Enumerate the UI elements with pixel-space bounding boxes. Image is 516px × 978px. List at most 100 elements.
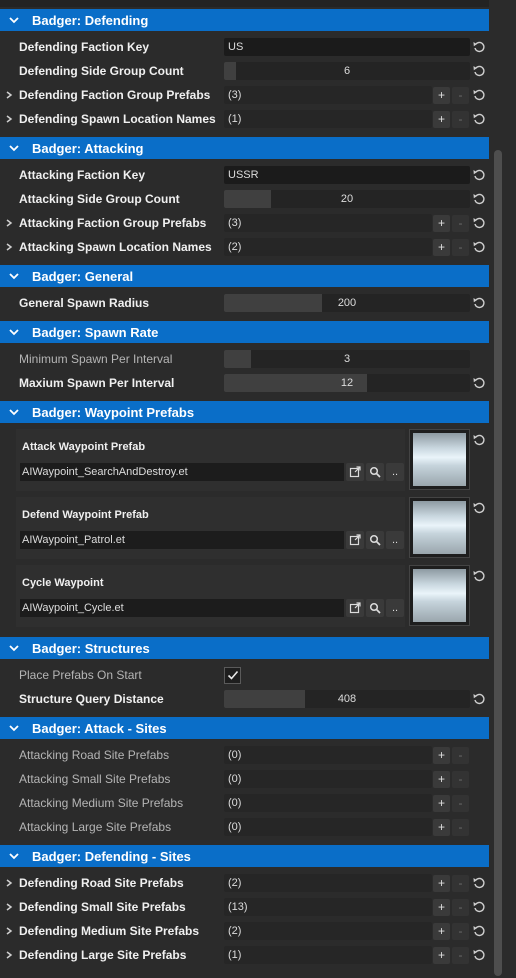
section-header-structures[interactable]: Badger: Structures: [0, 637, 489, 659]
reset-icon[interactable]: [472, 216, 486, 230]
reset-icon[interactable]: [472, 40, 486, 54]
chevron-right-icon[interactable]: [4, 949, 14, 961]
add-item-button[interactable]: +: [433, 794, 450, 812]
section-header-attack-sites[interactable]: Badger: Attack - Sites: [0, 717, 489, 739]
reset-icon[interactable]: [472, 900, 486, 914]
chevron-right-icon[interactable]: [4, 901, 14, 913]
defending-medium-site-prefabs-list[interactable]: (2): [224, 922, 432, 940]
add-item-button[interactable]: +: [433, 214, 450, 232]
attack-waypoint-path-field[interactable]: AIWaypoint_SearchAndDestroy.et: [20, 463, 344, 481]
defending-small-site-prefabs-list[interactable]: (13): [224, 898, 432, 916]
defending-side-group-count-slider[interactable]: 6: [224, 62, 470, 80]
open-prefab-button[interactable]: [346, 531, 364, 549]
add-item-button[interactable]: +: [433, 746, 450, 764]
attacking-spawn-location-names-list[interactable]: (2): [224, 238, 432, 256]
add-item-button[interactable]: +: [433, 770, 450, 788]
chevron-right-icon[interactable]: [4, 877, 14, 889]
browse-prefab-button[interactable]: ..: [386, 599, 404, 617]
add-item-button[interactable]: +: [433, 818, 450, 836]
remove-item-button[interactable]: -: [452, 86, 469, 104]
chevron-right-icon[interactable]: [4, 113, 14, 125]
property-row-maximum-spawn-per-interval: Maxium Spawn Per Interval 12: [0, 372, 489, 394]
reset-icon[interactable]: [472, 240, 486, 254]
find-prefab-button[interactable]: [366, 531, 384, 549]
remove-item-button[interactable]: -: [452, 818, 469, 836]
defending-large-site-prefabs-list[interactable]: (1): [224, 946, 432, 964]
add-item-button[interactable]: +: [433, 874, 450, 892]
defending-faction-key-input[interactable]: US: [224, 38, 470, 56]
attacking-side-group-count-slider[interactable]: 20: [224, 190, 470, 208]
maximum-spawn-per-interval-slider[interactable]: 12: [224, 374, 470, 392]
top-strip: [0, 0, 489, 7]
defend-waypoint-prefab-card: Defend Waypoint Prefab AIWaypoint_Patrol…: [16, 497, 405, 559]
add-item-button[interactable]: +: [433, 238, 450, 256]
attacking-small-site-prefabs-list[interactable]: (0): [224, 770, 432, 788]
property-label: Defending Faction Key: [19, 40, 150, 54]
chevron-right-icon[interactable]: [4, 89, 14, 101]
add-item-button[interactable]: +: [433, 922, 450, 940]
attacking-road-site-prefabs-list[interactable]: (0): [224, 746, 432, 764]
add-item-button[interactable]: +: [433, 946, 450, 964]
defend-waypoint-path-field[interactable]: AIWaypoint_Patrol.et: [20, 531, 344, 549]
section-header-defending[interactable]: Badger: Defending: [0, 9, 489, 31]
remove-item-button[interactable]: -: [452, 770, 469, 788]
structure-query-distance-slider[interactable]: 408: [224, 690, 470, 708]
reset-icon[interactable]: [472, 501, 486, 515]
reset-icon[interactable]: [472, 876, 486, 890]
cycle-waypoint-path-field[interactable]: AIWaypoint_Cycle.et: [20, 599, 344, 617]
scrollbar-thumb[interactable]: [494, 150, 502, 976]
reset-icon[interactable]: [472, 112, 486, 126]
reset-icon[interactable]: [472, 924, 486, 938]
attacking-large-site-prefabs-list[interactable]: (0): [224, 818, 432, 836]
open-prefab-button[interactable]: [346, 463, 364, 481]
chevron-right-icon[interactable]: [4, 925, 14, 937]
remove-item-button[interactable]: -: [452, 746, 469, 764]
section-header-defending-sites[interactable]: Badger: Defending - Sites: [0, 845, 489, 867]
reset-icon[interactable]: [472, 192, 486, 206]
reset-icon[interactable]: [472, 296, 486, 310]
browse-prefab-button[interactable]: ..: [386, 463, 404, 481]
section-header-spawn-rate[interactable]: Badger: Spawn Rate: [0, 321, 489, 343]
find-prefab-button[interactable]: [366, 463, 384, 481]
remove-item-button[interactable]: -: [452, 238, 469, 256]
defending-road-site-prefabs-list[interactable]: (2): [224, 874, 432, 892]
reset-icon[interactable]: [472, 948, 486, 962]
remove-item-button[interactable]: -: [452, 946, 469, 964]
open-prefab-button[interactable]: [346, 599, 364, 617]
remove-item-button[interactable]: -: [452, 874, 469, 892]
section-header-attacking[interactable]: Badger: Attacking: [0, 137, 489, 159]
section-header-general[interactable]: Badger: General: [0, 265, 489, 287]
browse-prefab-button[interactable]: ..: [386, 531, 404, 549]
add-item-button[interactable]: +: [433, 110, 450, 128]
chevron-right-icon[interactable]: [4, 217, 14, 229]
reset-icon[interactable]: [472, 88, 486, 102]
remove-item-button[interactable]: -: [452, 922, 469, 940]
remove-item-button[interactable]: -: [452, 794, 469, 812]
defending-spawn-location-names-list[interactable]: (1): [224, 110, 432, 128]
attacking-medium-site-prefabs-list[interactable]: (0): [224, 794, 432, 812]
slider-fill: [224, 294, 323, 312]
reset-icon[interactable]: [472, 433, 486, 447]
remove-item-button[interactable]: -: [452, 214, 469, 232]
property-label: Maxium Spawn Per Interval: [19, 376, 175, 390]
attacking-faction-key-input[interactable]: USSR: [224, 166, 470, 184]
defending-faction-group-prefabs-list[interactable]: (3): [224, 86, 432, 104]
add-item-button[interactable]: +: [433, 898, 450, 916]
reset-icon[interactable]: [472, 692, 486, 706]
place-prefabs-on-start-checkbox[interactable]: [224, 666, 241, 684]
minimum-spawn-per-interval-slider[interactable]: 3: [224, 350, 470, 368]
reset-icon[interactable]: [472, 64, 486, 78]
reset-icon[interactable]: [472, 569, 486, 583]
chevron-right-icon[interactable]: [4, 241, 14, 253]
attacking-faction-group-prefabs-list[interactable]: (3): [224, 214, 432, 232]
remove-item-button[interactable]: -: [452, 898, 469, 916]
property-row-defending-side-group-count: Defending Side Group Count 6: [0, 60, 489, 82]
find-prefab-button[interactable]: [366, 599, 384, 617]
section-header-waypoint-prefabs[interactable]: Badger: Waypoint Prefabs: [0, 401, 489, 423]
add-item-button[interactable]: +: [433, 86, 450, 104]
reset-icon[interactable]: [472, 168, 486, 182]
reset-icon[interactable]: [472, 376, 486, 390]
property-label: Defending Medium Site Prefabs: [19, 924, 200, 938]
general-spawn-radius-slider[interactable]: 200: [224, 294, 470, 312]
remove-item-button[interactable]: -: [452, 110, 469, 128]
